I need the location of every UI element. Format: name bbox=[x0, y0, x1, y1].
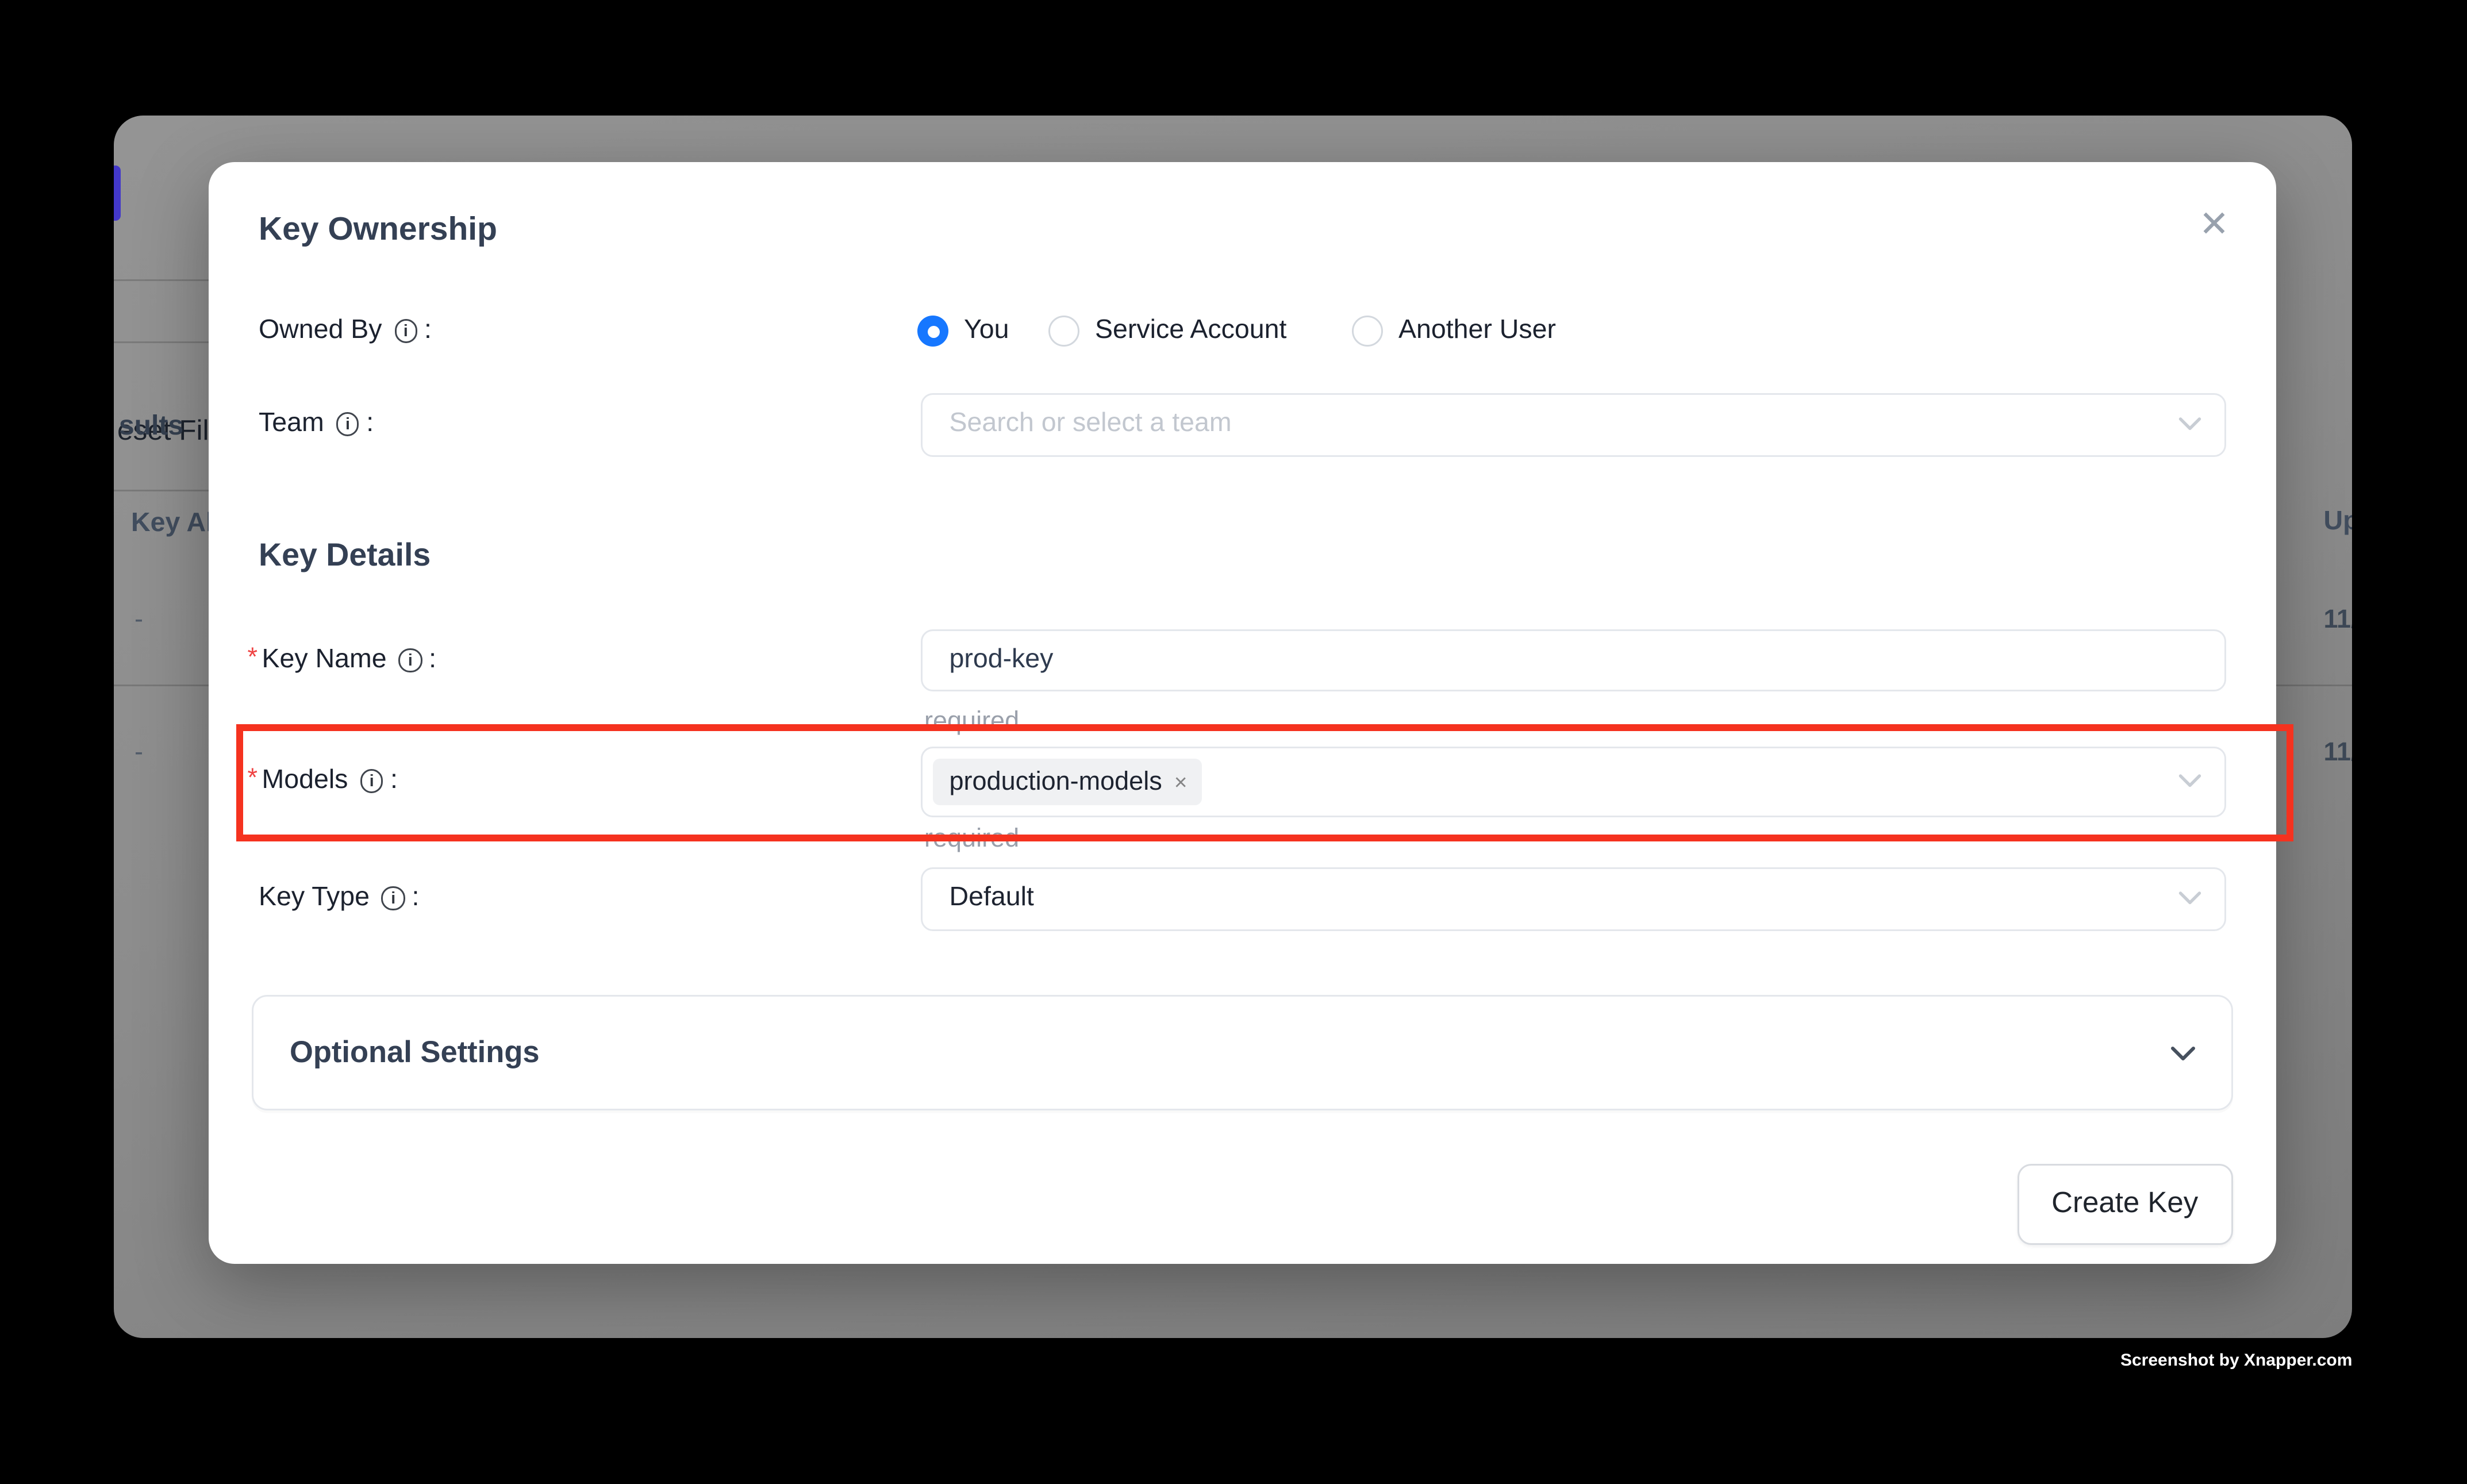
key-name-value: prod-key bbox=[923, 644, 1053, 675]
backdrop-divider bbox=[114, 342, 209, 344]
key-type-label: Key Type i : bbox=[259, 879, 419, 917]
key-name-input[interactable]: prod-key bbox=[921, 629, 2226, 692]
radio-label: Another User bbox=[1398, 316, 1556, 347]
backdrop-row-divider bbox=[114, 685, 209, 687]
updated-at-column-header-partial: Up bbox=[2324, 507, 2351, 538]
annotation-highlight-box bbox=[236, 724, 2294, 841]
results-count-partial: sults bbox=[119, 412, 183, 443]
radio-unselected-icon bbox=[1352, 316, 1383, 347]
backdrop-divider bbox=[114, 489, 209, 491]
clipped-primary-button[interactable] bbox=[114, 166, 120, 220]
backdrop-row-divider bbox=[2276, 685, 2351, 687]
radio-selected-icon bbox=[917, 316, 948, 347]
key-type-value: Default bbox=[923, 883, 1034, 914]
table-cell-date-partial: 11/ bbox=[2324, 737, 2351, 767]
create-key-button[interactable]: Create Key bbox=[2018, 1164, 2232, 1244]
info-icon[interactable]: i bbox=[399, 649, 422, 672]
team-select-placeholder: Search or select a team bbox=[923, 409, 1232, 440]
info-icon[interactable]: i bbox=[382, 887, 405, 910]
backdrop-divider bbox=[114, 279, 209, 280]
team-label: Team i : bbox=[259, 405, 374, 443]
chevron-down-icon bbox=[2169, 1044, 2197, 1062]
key-type-select[interactable]: Default bbox=[921, 867, 2226, 931]
team-select[interactable]: Search or select a team bbox=[921, 393, 2226, 456]
owned-by-label: Owned By i : bbox=[259, 312, 432, 350]
chevron-down-icon bbox=[2177, 417, 2201, 432]
screenshot-canvas: eset Filt sults Key Alia - - Up 11/ 11/ … bbox=[0, 0, 2467, 1484]
radio-label: You bbox=[964, 316, 1009, 347]
key-ownership-section-title: Key Ownership bbox=[259, 212, 497, 250]
radio-owned-by-another-user[interactable]: Another User bbox=[1352, 312, 1556, 350]
table-cell-dash: - bbox=[135, 737, 143, 767]
info-icon[interactable]: i bbox=[336, 413, 360, 436]
watermark-text: Screenshot by Xnapper.com bbox=[2120, 1351, 2353, 1370]
radio-owned-by-service-account[interactable]: Service Account bbox=[1048, 312, 1286, 350]
optional-settings-title: Optional Settings bbox=[290, 1035, 540, 1071]
create-key-modal: ✕ Key Ownership Owned By i : You Service… bbox=[209, 162, 2276, 1264]
optional-settings-expander[interactable]: Optional Settings bbox=[252, 995, 2233, 1110]
radio-label: Service Account bbox=[1095, 316, 1286, 347]
close-icon[interactable]: ✕ bbox=[2185, 200, 2243, 248]
info-icon[interactable]: i bbox=[394, 320, 418, 343]
chevron-down-icon bbox=[2177, 891, 2201, 906]
table-cell-date-partial: 11/ bbox=[2324, 605, 2351, 635]
key-name-label: * Key Name i : bbox=[248, 641, 437, 679]
required-asterisk: * bbox=[248, 643, 258, 672]
table-cell-dash: - bbox=[135, 605, 143, 635]
key-details-section-title: Key Details bbox=[259, 536, 431, 574]
radio-unselected-icon bbox=[1048, 316, 1079, 347]
radio-owned-by-you[interactable]: You bbox=[917, 312, 1009, 350]
